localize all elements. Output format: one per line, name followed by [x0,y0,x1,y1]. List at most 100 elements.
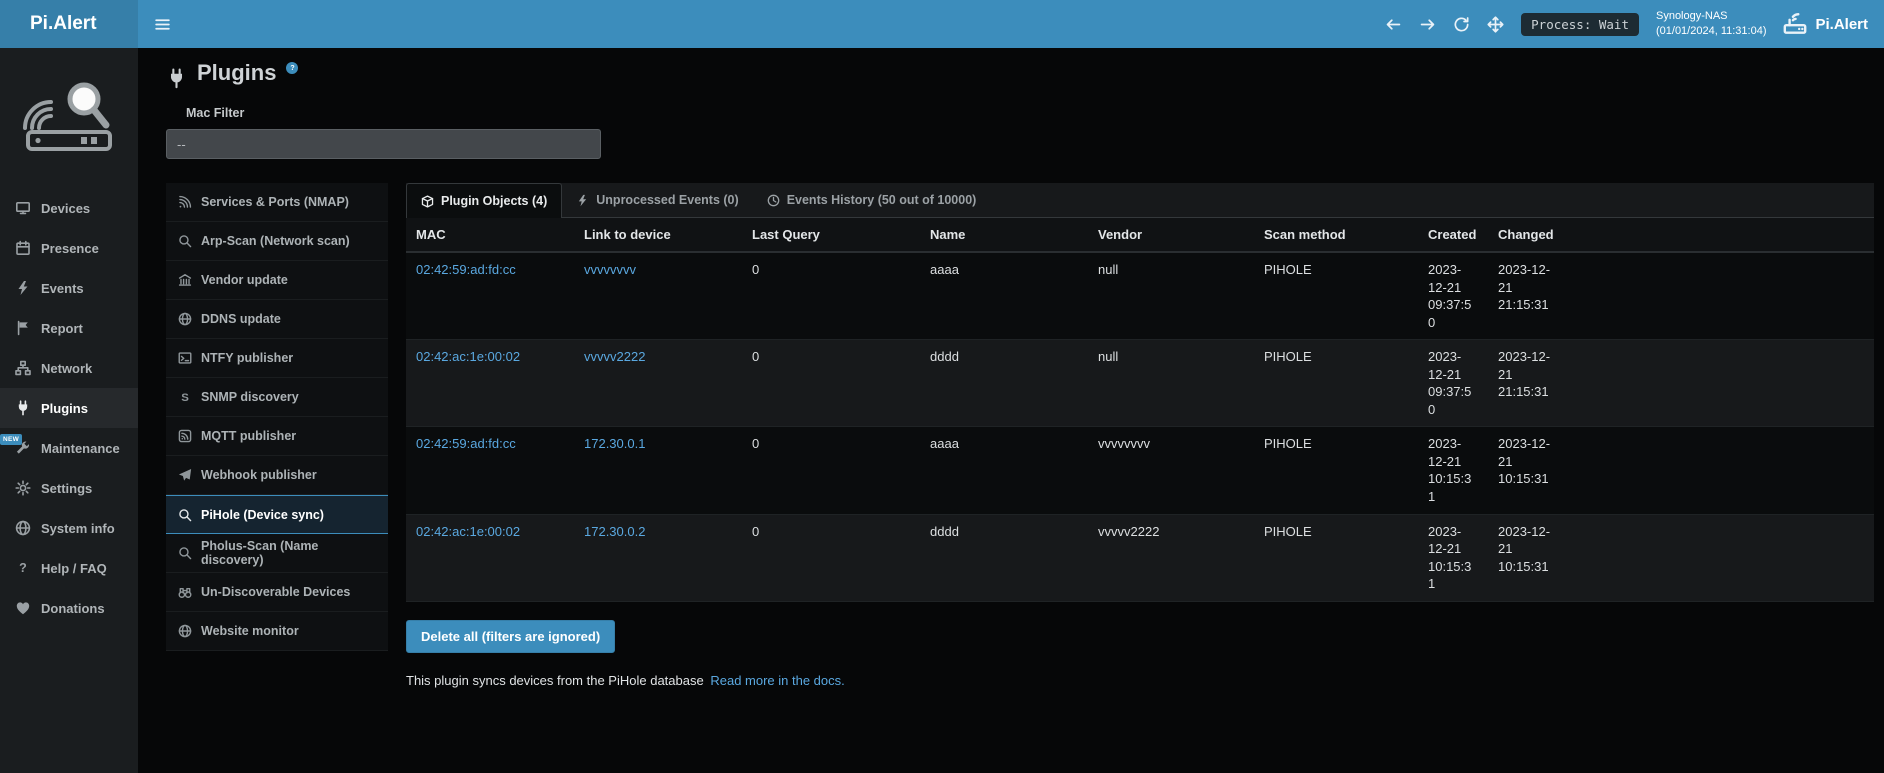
mac-link[interactable]: 02:42:59:ad:fd:cc [416,436,516,451]
sidebar-item-presence[interactable]: Presence [0,228,138,268]
question-icon: ? [15,560,31,576]
sidebar-item-help-faq[interactable]: ?Help / FAQ [0,548,138,588]
table-body: 02:42:59:ad:fd:ccvvvvvvvv0aaaanullPIHOLE… [406,252,1874,601]
building-icon [178,273,192,287]
sidebar-item-label: Settings [41,481,92,496]
delete-all-button[interactable]: Delete all (filters are ignored) [406,620,615,653]
app-logo[interactable]: Pi.Alert [0,0,138,48]
table-row: 02:42:59:ad:fd:ccvvvvvvvv0aaaanullPIHOLE… [406,252,1874,340]
sidebar-toggle-button[interactable] [138,0,186,48]
sidebar-item-maintenance[interactable]: NEWMaintenance [0,428,138,468]
plugin-nav-item-webhook-publisher[interactable]: Webhook publisher [166,456,388,495]
tab-unprocessed-events-0[interactable]: Unprocessed Events (0) [562,183,752,217]
mac-cell: 02:42:59:ad:fd:cc [406,427,574,514]
tab-label: Unprocessed Events (0) [596,193,738,207]
plugin-nav-label: SNMP discovery [201,390,299,404]
refresh-icon[interactable] [1453,16,1470,33]
plugin-nav-item-mqtt-publisher[interactable]: MQTT publisher [166,417,388,456]
device-link-cell: vvvvvvvv [574,252,742,340]
column-header-mac: MAC [406,218,574,252]
plugin-nav: Services & Ports (NMAP)Arp-Scan (Network… [166,183,388,651]
bolt-icon [576,194,589,207]
sidebar-item-plugins[interactable]: Plugins [0,388,138,428]
sidebar-item-system-info[interactable]: System info [0,508,138,548]
device-link-cell: vvvvv2222 [574,340,742,427]
sidebar-item-donations[interactable]: Donations [0,588,138,628]
device-link[interactable]: 172.30.0.1 [584,436,645,451]
gear-icon [15,480,31,496]
column-header-created: Created [1418,218,1488,252]
sidebar-item-report[interactable]: Report [0,308,138,348]
sidebar-item-devices[interactable]: Devices [0,188,138,228]
name-cell: aaaa [920,427,1088,514]
column-header-scan-method: Scan method [1254,218,1418,252]
plugin-nav-item-vendor-update[interactable]: Vendor update [166,261,388,300]
changed-cell: 2023-12-21 10:15:31 [1488,427,1568,514]
plugin-nav-item-snmp-discovery[interactable]: S SNMP discovery [166,378,388,417]
scan-method-cell: PIHOLE [1254,252,1418,340]
sitemap-icon [15,360,31,376]
docs-link[interactable]: Read more in the docs. [710,673,844,688]
header-brand-right: Pi.Alert [1783,12,1868,36]
sidebar-item-network[interactable]: Network [0,348,138,388]
monitor-icon [15,200,31,216]
plugin-nav-label: DDNS update [201,312,281,326]
plugin-objects-table: MACLink to deviceLast QueryNameVendorSca… [406,218,1874,602]
table-row: 02:42:ac:1e:00:02172.30.0.20ddddvvvvv222… [406,514,1874,601]
device-link[interactable]: vvvvv2222 [584,349,645,364]
sidebar-item-label: Maintenance [41,441,120,456]
table-row: 02:42:59:ad:fd:cc 172.30.0.1 0aaaavvvvvvvv… [406,427,1874,514]
sidebar-item-label: Devices [41,201,90,216]
help-badge[interactable]: ? [286,62,298,74]
plugin-nav-item-ddns-update[interactable]: DDNS update [166,300,388,339]
device-link[interactable]: vvvvvvvv [584,262,636,277]
last-query-cell: 0 [742,427,920,514]
mac-filter-input[interactable] [166,129,601,159]
sidebar-item-events[interactable]: Events [0,268,138,308]
back-arrow-icon[interactable] [1385,16,1402,33]
plugin-nav-item-ntfy-publisher[interactable]: NTFY publisher [166,339,388,378]
move-icon[interactable] [1487,16,1504,33]
changed-cell: 2023-12-21 10:15:31 [1488,514,1568,601]
plugin-nav-item-pholus-scan-name-discovery[interactable]: Pholus-Scan (Name discovery) [166,534,388,573]
clock-icon [767,194,780,207]
plugin-nav-label: PiHole (Device sync) [201,508,324,522]
sidebar-item-label: Plugins [41,401,88,416]
mac-filter-label: Mac Filter [186,106,1874,120]
heart-icon [15,600,31,616]
page-header: Plugins ? [166,60,1874,86]
mac-link[interactable]: 02:42:ac:1e:00:02 [416,524,520,539]
tab-label: Events History (50 out of 10000) [787,193,977,207]
plugin-nav-item-services-ports-nmap[interactable]: Services & Ports (NMAP) [166,183,388,222]
app-root: Pi.Alert Process: Wait Synology-NAS (01/… [0,0,1884,773]
vendor-cell: vvvvvvvv [1088,427,1254,514]
snmp-icon: S [178,390,192,404]
plugin-nav-item-un-discoverable-devices[interactable]: Un-Discoverable Devices [166,573,388,612]
device-link-cell: 172.30.0.1 [574,427,742,514]
name-cell: dddd [920,340,1088,427]
flag-icon [15,320,31,336]
search-icon [178,508,192,522]
plugin-nav-item-arp-scan-network-scan[interactable]: Arp-Scan (Network scan) [166,222,388,261]
mac-link[interactable]: 02:42:ac:1e:00:02 [416,349,520,364]
plugin-nav-item-website-monitor[interactable]: Website monitor [166,612,388,651]
plugin-nav-label: Un-Discoverable Devices [201,585,350,599]
host-time: (01/01/2024, 11:31:04) [1656,25,1767,37]
plugin-nav-item-pihole-device-sync[interactable]: PiHole (Device sync) [166,495,388,534]
device-link-cell: 172.30.0.2 [574,514,742,601]
device-link[interactable]: 172.30.0.2 [584,524,645,539]
mac-link[interactable]: 02:42:59:ad:fd:cc [416,262,516,277]
sidebar-item-label: Report [41,321,83,336]
filler-cell [1568,427,1874,514]
body-row: Devices Presence Events Report Network Plugin… [0,48,1884,773]
column-header-last-query: Last Query [742,218,920,252]
tab-plugin-objects-4[interactable]: Plugin Objects (4) [406,183,562,218]
sidebar-item-label: Presence [41,241,99,256]
sidebar-item-settings[interactable]: Settings [0,468,138,508]
tab-events-history-50-out-of-10000[interactable]: Events History (50 out of 10000) [753,183,991,217]
table-header-row: MACLink to deviceLast QueryNameVendorSca… [406,218,1874,252]
plugin-note-text: This plugin syncs devices from the PiHol… [406,673,704,688]
mqtt-icon [178,429,192,443]
svg-text:S: S [181,392,189,404]
forward-arrow-icon[interactable] [1419,16,1436,33]
